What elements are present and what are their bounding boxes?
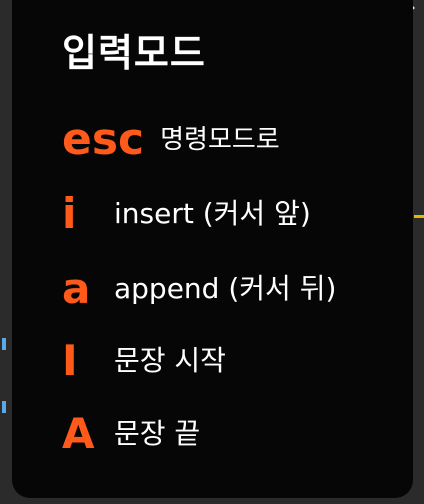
edge-marker [2,401,6,413]
command-row: I 문장 시작 [62,340,226,382]
card-title: 입력모드 [62,31,206,75]
command-description: append (커서 뒤) [114,272,337,305]
command-description: 문장 시작 [114,344,226,377]
command-description: 명령모드로 [160,125,280,155]
command-row: esc 명령모드로 [62,118,280,162]
command-row: i insert (커서 앞) [62,193,311,235]
screen: 입력모드 esc 명령모드로 i insert (커서 앞) a append … [0,0,424,504]
edge-marker [2,338,6,350]
command-key: a [62,264,91,313]
command-description: 문장 끝 [114,417,201,450]
command-key: esc [62,114,145,165]
command-key: I [62,336,78,385]
command-row: A 문장 끝 [62,413,200,455]
command-row: a append (커서 뒤) [62,268,336,310]
edge-marker [414,215,424,218]
command-key: A [62,409,95,458]
command-description: insert (커서 앞) [114,197,311,230]
command-key: i [62,189,77,238]
